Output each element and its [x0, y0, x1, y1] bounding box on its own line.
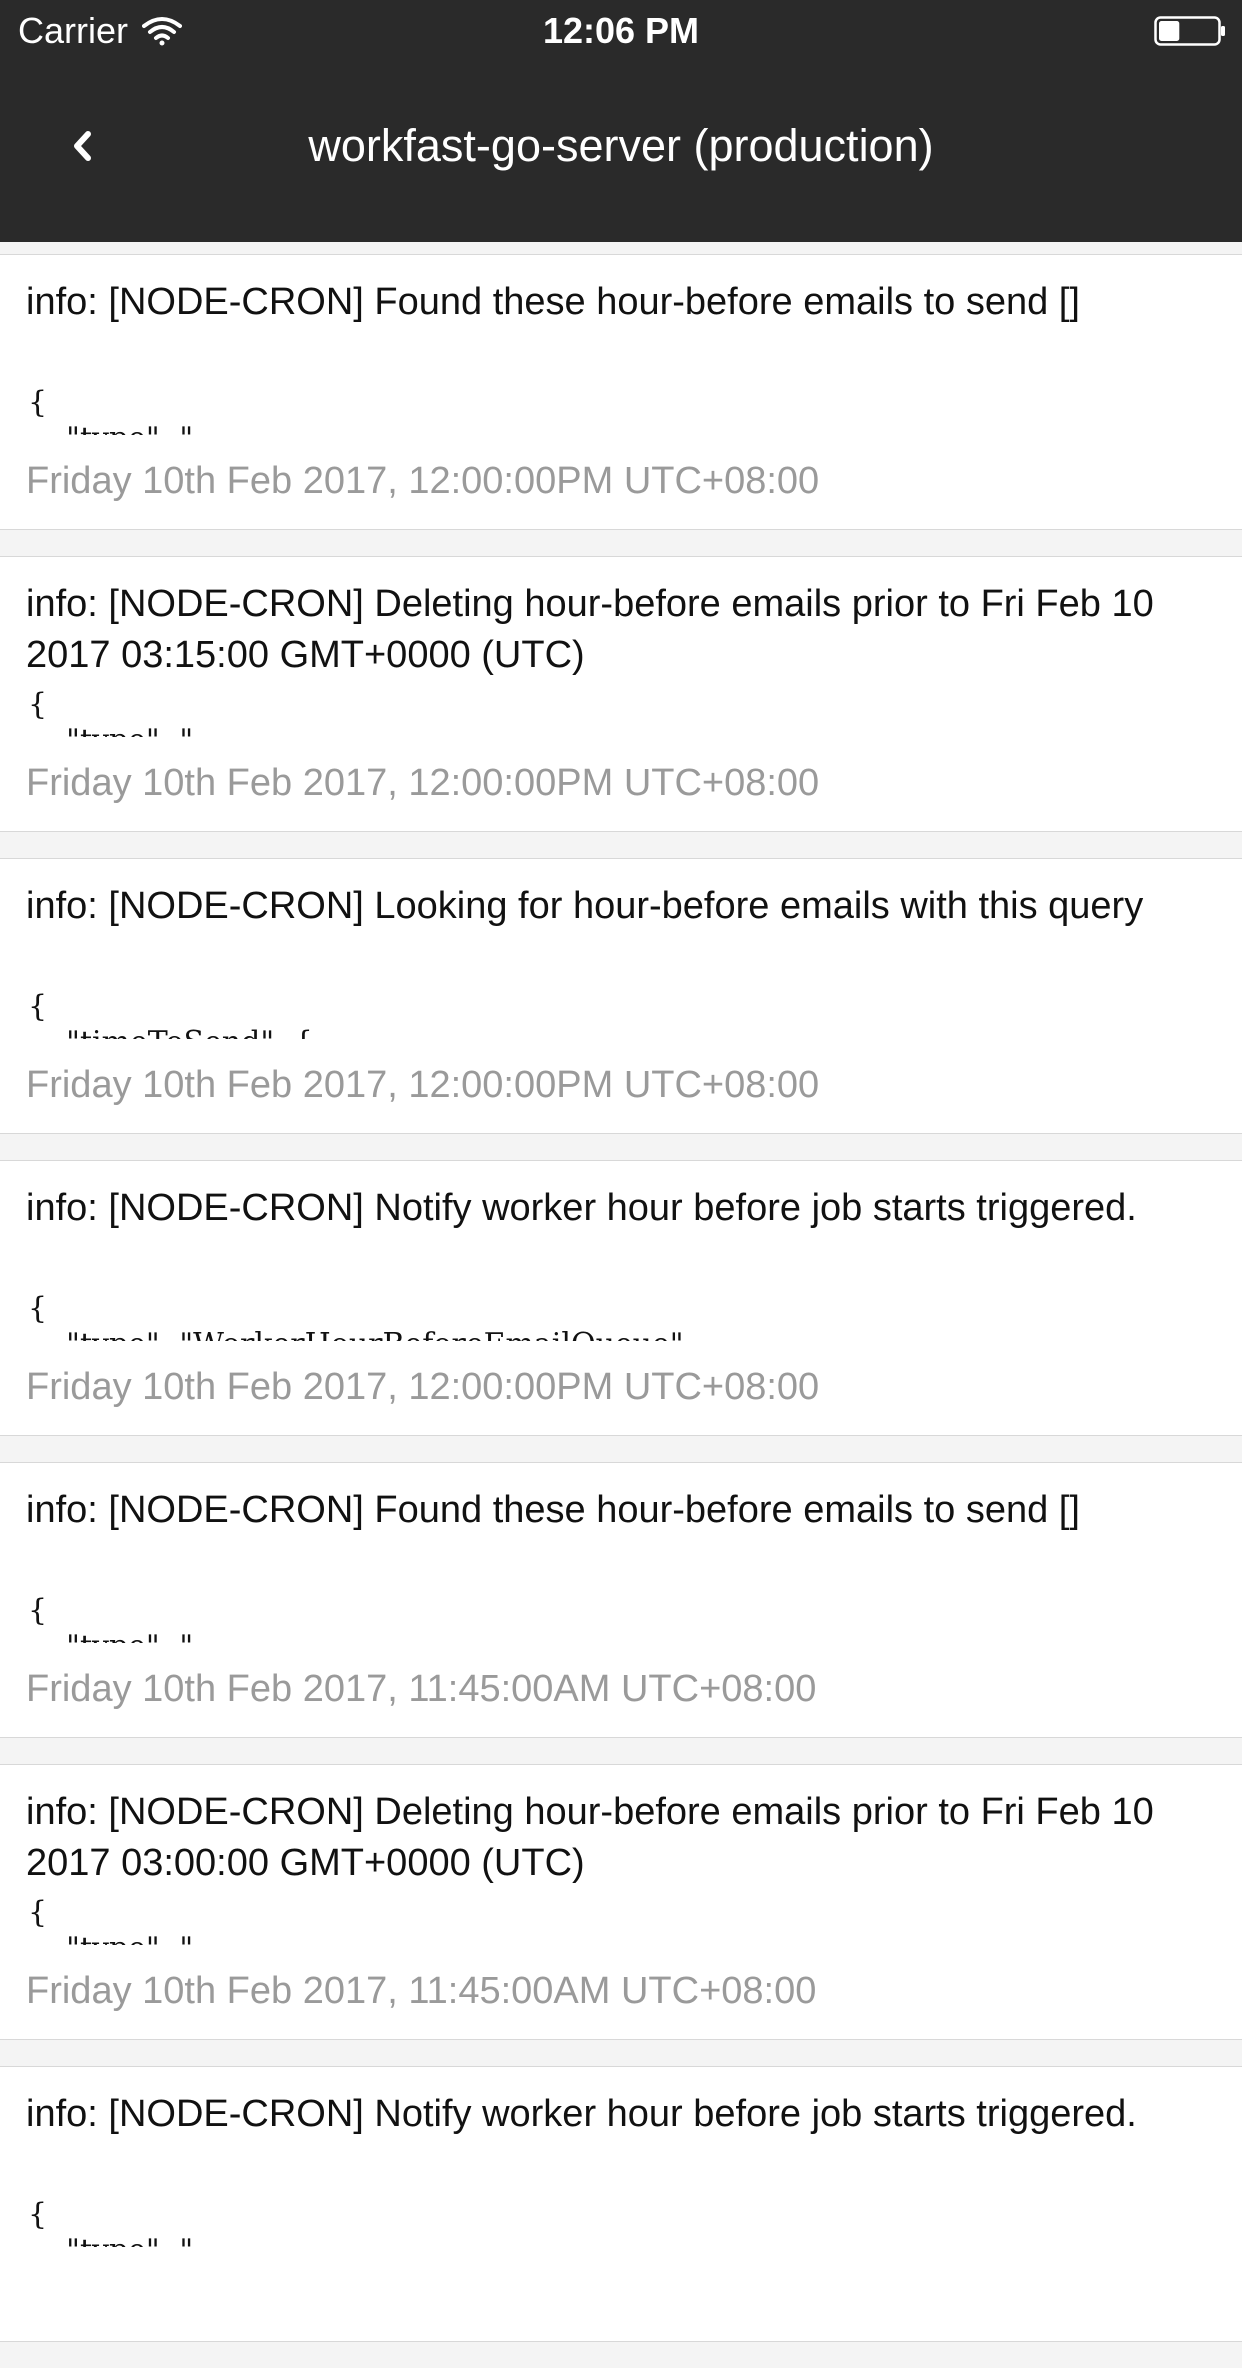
chevron-left-icon — [74, 131, 91, 161]
navigation-bar: workfast-go-server (production) — [0, 60, 1242, 242]
log-message: info: [NODE-CRON] Notify worker hour bef… — [26, 1187, 1137, 1229]
log-entry[interactable]: info: [NODE-CRON] Deleting hour-before e… — [0, 556, 1242, 832]
log-timestamp: Friday 10th Feb 2017, 12:00:00PM UTC+08:… — [26, 460, 820, 502]
log-entry[interactable]: info: [NODE-CRON] Found these hour-befor… — [0, 254, 1242, 530]
status-bar: Carrier 12:06 PM — [0, 0, 1242, 60]
log-json-preview: { "timeToSend": { — [28, 989, 313, 1039]
log-message: info: [NODE-CRON] Deleting hour-before e… — [26, 583, 1154, 676]
log-json-preview: { "type": " — [28, 385, 193, 435]
log-json-preview: { "type": " — [28, 2197, 193, 2247]
status-time: 12:06 PM — [542, 10, 700, 51]
log-entry[interactable]: info: [NODE-CRON] Notify worker hour bef… — [0, 1160, 1242, 1436]
log-timestamp: Friday 10th Feb 2017, 12:00:00PM UTC+08:… — [26, 1064, 820, 1106]
log-message: info: [NODE-CRON] Notify worker hour bef… — [26, 2093, 1137, 2135]
log-entry[interactable]: info: [NODE-CRON] Deleting hour-before e… — [0, 1764, 1242, 2040]
page-title: workfast-go-server (production) — [308, 120, 934, 171]
log-entry[interactable]: info: [NODE-CRON] Looking for hour-befor… — [0, 858, 1242, 1134]
log-entry[interactable]: info: [NODE-CRON] Notify worker hour bef… — [0, 2066, 1242, 2342]
back-button[interactable] — [56, 120, 108, 172]
log-timestamp: Friday 10th Feb 2017, 12:00:00PM UTC+08:… — [26, 762, 820, 804]
log-json-preview: { "type": " — [28, 1593, 193, 1643]
log-message: info: [NODE-CRON] Looking for hour-befor… — [26, 885, 1144, 927]
log-message: info: [NODE-CRON] Found these hour-befor… — [26, 1489, 1080, 1531]
battery-icon — [1154, 16, 1225, 46]
log-json-preview: { "type": " — [28, 687, 193, 737]
log-entry[interactable]: info: [NODE-CRON] Found these hour-befor… — [0, 1462, 1242, 1738]
battery-level-fill — [1159, 21, 1180, 41]
log-message: info: [NODE-CRON] Deleting hour-before e… — [26, 1791, 1154, 1884]
log-json-preview: { "type": " — [28, 1895, 193, 1945]
log-timestamp: Friday 10th Feb 2017, 12:00:00PM UTC+08:… — [26, 1366, 820, 1408]
log-json-preview: { "type": "WorkerHourBeforeEmailQueue" — [28, 1291, 684, 1341]
log-message: info: [NODE-CRON] Found these hour-befor… — [26, 281, 1080, 323]
log-timestamp: Friday 10th Feb 2017, 11:45:00AM UTC+08:… — [26, 1668, 817, 1710]
log-timestamp: Friday 10th Feb 2017, 11:45:00AM UTC+08:… — [26, 1970, 817, 2012]
log-list[interactable]: info: [NODE-CRON] Found these hour-befor… — [0, 254, 1242, 2368]
